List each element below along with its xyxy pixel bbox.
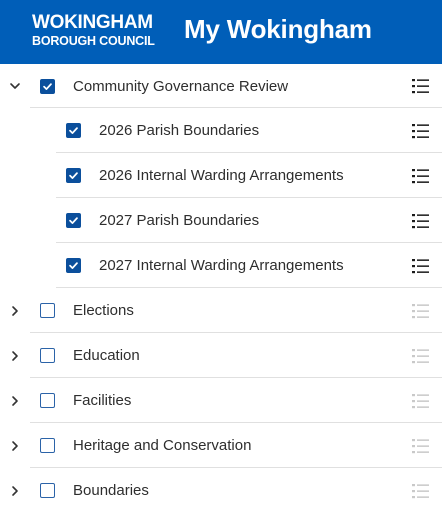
chevron-right-icon[interactable]: [8, 349, 22, 363]
layer-options-icon[interactable]: [412, 348, 430, 364]
council-logo: WOKINGHAM BOROUGH COUNCIL: [32, 13, 155, 48]
layer-label: Community Governance Review: [73, 77, 289, 95]
layer-options-icon[interactable]: [412, 213, 430, 229]
layer-label: 2026 Parish Boundaries: [99, 122, 260, 139]
layer-list: Community Governance Review 2026 Parish …: [0, 64, 442, 513]
layer-checkbox[interactable]: [40, 303, 55, 318]
layer-label: 2027 Internal Warding Arrangements: [99, 257, 344, 274]
logo-line-2: BOROUGH COUNCIL: [32, 34, 155, 48]
layer-label: 2026 Internal Warding Arrangements: [99, 167, 344, 184]
layer-options-icon[interactable]: [412, 168, 430, 184]
layer-row-2027-parish-boundaries[interactable]: 2027 Parish Boundaries: [0, 198, 442, 243]
layer-options-icon[interactable]: [412, 393, 430, 409]
layer-row-2026-internal-warding[interactable]: 2026 Internal Warding Arrangements: [0, 153, 442, 198]
layer-checkbox[interactable]: [66, 213, 81, 228]
layer-row-heritage-and-conservation[interactable]: Heritage and Conservation: [0, 423, 442, 468]
layer-label: Elections: [73, 302, 134, 319]
layer-options-icon[interactable]: [412, 258, 430, 274]
layer-row-2027-internal-warding[interactable]: 2027 Internal Warding Arrangements: [0, 243, 442, 288]
app-header: WOKINGHAM BOROUGH COUNCIL My Wokingham: [0, 0, 442, 64]
layer-label: Education: [73, 347, 140, 364]
layer-row-facilities[interactable]: Facilities: [0, 378, 442, 423]
chevron-down-icon[interactable]: [8, 79, 22, 93]
chevron-right-icon[interactable]: [8, 484, 22, 498]
layer-options-icon[interactable]: [412, 438, 430, 454]
layer-checkbox[interactable]: [40, 483, 55, 498]
layer-options-icon[interactable]: [412, 78, 430, 94]
layer-options-icon[interactable]: [412, 483, 430, 499]
layer-row-elections[interactable]: Elections: [0, 288, 442, 333]
layer-label: Heritage and Conservation: [73, 437, 252, 454]
app-title: My Wokingham: [184, 14, 372, 44]
chevron-right-icon[interactable]: [8, 439, 22, 453]
layer-label: Facilities: [73, 392, 132, 409]
layer-row-2026-parish-boundaries[interactable]: 2026 Parish Boundaries: [0, 108, 442, 153]
layer-row-education[interactable]: Education: [0, 333, 442, 378]
layer-checkbox[interactable]: [40, 438, 55, 453]
layer-checkbox[interactable]: [40, 78, 55, 94]
layer-options-icon[interactable]: [412, 303, 430, 319]
chevron-right-icon[interactable]: [8, 394, 22, 408]
layer-label: Boundaries: [73, 482, 149, 499]
layer-label: 2027 Parish Boundaries: [99, 212, 260, 229]
chevron-right-icon[interactable]: [8, 304, 22, 318]
layer-checkbox[interactable]: [66, 258, 81, 273]
layer-options-icon[interactable]: [412, 123, 430, 139]
layer-checkbox[interactable]: [66, 168, 81, 183]
layer-row-boundaries[interactable]: Boundaries: [0, 468, 442, 513]
layer-checkbox[interactable]: [40, 348, 55, 363]
layer-checkbox[interactable]: [66, 123, 81, 138]
logo-line-1: WOKINGHAM: [32, 12, 153, 33]
layer-row-community-governance-review[interactable]: Community Governance Review: [0, 64, 442, 108]
layer-checkbox[interactable]: [40, 393, 55, 408]
